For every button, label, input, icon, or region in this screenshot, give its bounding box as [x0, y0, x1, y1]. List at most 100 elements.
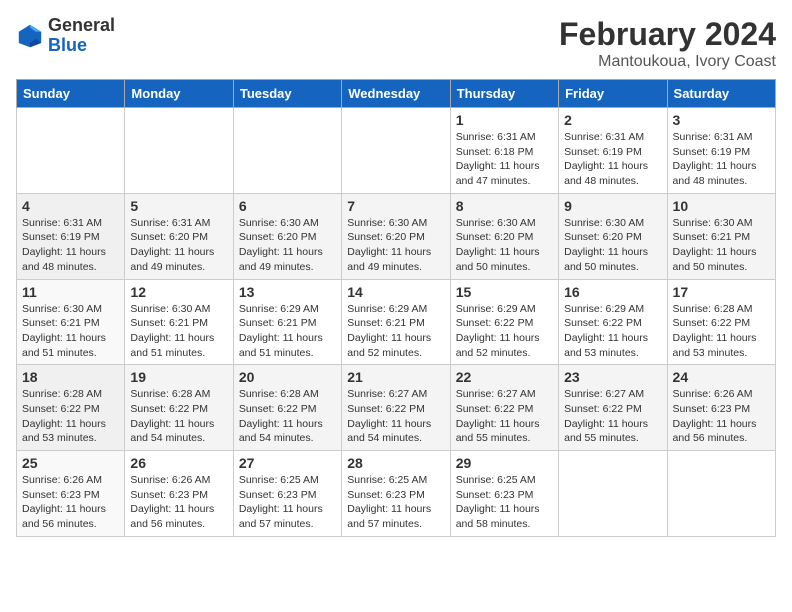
calendar-day-cell	[559, 451, 667, 537]
day-number: 16	[564, 284, 661, 300]
calendar-day-cell: 25 Sunrise: 6:26 AMSunset: 6:23 PMDayligh…	[17, 451, 125, 537]
page-container: General Blue February 2024 Mantoukoua, I…	[16, 16, 776, 537]
day-info: Sunrise: 6:30 AMSunset: 6:21 PMDaylight:…	[22, 302, 119, 361]
day-info: Sunrise: 6:30 AMSunset: 6:20 PMDaylight:…	[564, 216, 661, 275]
calendar-day-cell	[17, 108, 125, 194]
calendar-day-cell: 2 Sunrise: 6:31 AMSunset: 6:19 PMDaylight…	[559, 108, 667, 194]
day-number: 5	[130, 198, 227, 214]
day-info: Sunrise: 6:28 AMSunset: 6:22 PMDaylight:…	[130, 387, 227, 446]
logo-icon	[16, 22, 44, 50]
day-number: 24	[673, 369, 770, 385]
calendar-week-row: 25 Sunrise: 6:26 AMSunset: 6:23 PMDayligh…	[17, 451, 776, 537]
calendar-day-cell: 8 Sunrise: 6:30 AMSunset: 6:20 PMDaylight…	[450, 193, 558, 279]
calendar-day-cell: 9Sunrise: 6:30 AMSunset: 6:20 PMDaylight…	[559, 193, 667, 279]
day-of-week-header: Thursday	[450, 80, 558, 108]
day-number: 19	[130, 369, 227, 385]
day-info: Sunrise: 6:31 AMSunset: 6:19 PMDaylight:…	[564, 130, 661, 189]
day-info: Sunrise: 6:29 AMSunset: 6:21 PMDaylight:…	[347, 302, 444, 361]
calendar-day-cell: 27 Sunrise: 6:25 AMSunset: 6:23 PMDayligh…	[233, 451, 341, 537]
location-title: Mantoukoua, Ivory Coast	[559, 53, 776, 71]
day-number: 26	[130, 455, 227, 471]
day-number: 18	[22, 369, 119, 385]
day-of-week-header: Sunday	[17, 80, 125, 108]
day-number: 3	[673, 112, 770, 128]
calendar-day-cell: 29Sunrise: 6:25 AMSunset: 6:23 PMDayligh…	[450, 451, 558, 537]
calendar-day-cell	[342, 108, 450, 194]
day-of-week-header: Wednesday	[342, 80, 450, 108]
day-number: 2	[564, 112, 661, 128]
calendar-day-cell: 12 Sunrise: 6:30 AMSunset: 6:21 PMDayligh…	[125, 279, 233, 365]
calendar-week-row: 11 Sunrise: 6:30 AMSunset: 6:21 PMDayligh…	[17, 279, 776, 365]
day-number: 28	[347, 455, 444, 471]
day-of-week-header: Tuesday	[233, 80, 341, 108]
day-number: 23	[564, 369, 661, 385]
day-number: 11	[22, 284, 119, 300]
day-info: Sunrise: 6:29 AMSunset: 6:22 PMDaylight:…	[564, 302, 661, 361]
day-info: Sunrise: 6:26 AMSunset: 6:23 PMDaylight:…	[22, 473, 119, 532]
calendar-day-cell	[667, 451, 775, 537]
day-info: Sunrise: 6:25 AMSunset: 6:23 PMDaylight:…	[456, 473, 553, 532]
day-of-week-header: Saturday	[667, 80, 775, 108]
calendar-day-cell: 26 Sunrise: 6:26 AMSunset: 6:23 PMDayligh…	[125, 451, 233, 537]
calendar-week-row: 18 Sunrise: 6:28 AMSunset: 6:22 PMDayligh…	[17, 365, 776, 451]
calendar-day-cell: 15Sunrise: 6:29 AMSunset: 6:22 PMDayligh…	[450, 279, 558, 365]
day-info: Sunrise: 6:27 AMSunset: 6:22 PMDaylight:…	[456, 387, 553, 446]
calendar-week-row: 4 Sunrise: 6:31 AMSunset: 6:19 PMDaylight…	[17, 193, 776, 279]
day-info: Sunrise: 6:27 AMSunset: 6:22 PMDaylight:…	[347, 387, 444, 446]
day-info: Sunrise: 6:29 AMSunset: 6:21 PMDaylight:…	[239, 302, 336, 361]
day-number: 6	[239, 198, 336, 214]
calendar-day-cell: 1Sunrise: 6:31 AMSunset: 6:18 PMDaylight…	[450, 108, 558, 194]
day-of-week-header: Friday	[559, 80, 667, 108]
page-header: General Blue February 2024 Mantoukoua, I…	[16, 16, 776, 71]
calendar-day-cell: 28 Sunrise: 6:25 AMSunset: 6:23 PMDayligh…	[342, 451, 450, 537]
day-number: 12	[130, 284, 227, 300]
day-info: Sunrise: 6:28 AMSunset: 6:22 PMDaylight:…	[22, 387, 119, 446]
day-number: 10	[673, 198, 770, 214]
day-info: Sunrise: 6:30 AMSunset: 6:20 PMDaylight:…	[456, 216, 553, 275]
calendar-day-cell: 16 Sunrise: 6:29 AMSunset: 6:22 PMDayligh…	[559, 279, 667, 365]
month-title: February 2024	[559, 16, 776, 53]
day-number: 25	[22, 455, 119, 471]
calendar-header-row: SundayMondayTuesdayWednesdayThursdayFrid…	[17, 80, 776, 108]
day-number: 17	[673, 284, 770, 300]
day-info: Sunrise: 6:31 AMSunset: 6:18 PMDaylight:…	[456, 130, 553, 189]
day-number: 27	[239, 455, 336, 471]
calendar-day-cell: 18 Sunrise: 6:28 AMSunset: 6:22 PMDayligh…	[17, 365, 125, 451]
calendar-day-cell	[125, 108, 233, 194]
calendar-day-cell: 17 Sunrise: 6:28 AMSunset: 6:22 PMDayligh…	[667, 279, 775, 365]
day-info: Sunrise: 6:26 AMSunset: 6:23 PMDaylight:…	[130, 473, 227, 532]
day-info: Sunrise: 6:25 AMSunset: 6:23 PMDaylight:…	[239, 473, 336, 532]
day-number: 4	[22, 198, 119, 214]
day-info: Sunrise: 6:28 AMSunset: 6:22 PMDaylight:…	[239, 387, 336, 446]
calendar-day-cell: 19 Sunrise: 6:28 AMSunset: 6:22 PMDayligh…	[125, 365, 233, 451]
calendar-day-cell: 13 Sunrise: 6:29 AMSunset: 6:21 PMDayligh…	[233, 279, 341, 365]
calendar-day-cell: 22Sunrise: 6:27 AMSunset: 6:22 PMDayligh…	[450, 365, 558, 451]
calendar-day-cell: 11 Sunrise: 6:30 AMSunset: 6:21 PMDayligh…	[17, 279, 125, 365]
calendar-day-cell: 7Sunrise: 6:30 AMSunset: 6:20 PMDaylight…	[342, 193, 450, 279]
logo-blue: Blue	[48, 35, 87, 55]
calendar-day-cell: 10 Sunrise: 6:30 AMSunset: 6:21 PMDayligh…	[667, 193, 775, 279]
day-number: 14	[347, 284, 444, 300]
day-info: Sunrise: 6:27 AMSunset: 6:22 PMDaylight:…	[564, 387, 661, 446]
calendar-day-cell: 24 Sunrise: 6:26 AMSunset: 6:23 PMDayligh…	[667, 365, 775, 451]
calendar-day-cell: 6Sunrise: 6:30 AMSunset: 6:20 PMDaylight…	[233, 193, 341, 279]
day-info: Sunrise: 6:30 AMSunset: 6:21 PMDaylight:…	[130, 302, 227, 361]
day-info: Sunrise: 6:26 AMSunset: 6:23 PMDaylight:…	[673, 387, 770, 446]
logo-text: General Blue	[48, 16, 115, 56]
calendar-day-cell: 20Sunrise: 6:28 AMSunset: 6:22 PMDayligh…	[233, 365, 341, 451]
day-info: Sunrise: 6:31 AMSunset: 6:19 PMDaylight:…	[673, 130, 770, 189]
calendar-day-cell: 3 Sunrise: 6:31 AMSunset: 6:19 PMDaylight…	[667, 108, 775, 194]
day-number: 13	[239, 284, 336, 300]
calendar-table: SundayMondayTuesdayWednesdayThursdayFrid…	[16, 79, 776, 537]
day-info: Sunrise: 6:25 AMSunset: 6:23 PMDaylight:…	[347, 473, 444, 532]
logo-general: General	[48, 15, 115, 35]
calendar-day-cell: 5 Sunrise: 6:31 AMSunset: 6:20 PMDaylight…	[125, 193, 233, 279]
day-info: Sunrise: 6:28 AMSunset: 6:22 PMDaylight:…	[673, 302, 770, 361]
day-info: Sunrise: 6:31 AMSunset: 6:20 PMDaylight:…	[130, 216, 227, 275]
calendar-day-cell: 21Sunrise: 6:27 AMSunset: 6:22 PMDayligh…	[342, 365, 450, 451]
day-info: Sunrise: 6:31 AMSunset: 6:19 PMDaylight:…	[22, 216, 119, 275]
day-info: Sunrise: 6:30 AMSunset: 6:21 PMDaylight:…	[673, 216, 770, 275]
day-number: 8	[456, 198, 553, 214]
day-of-week-header: Monday	[125, 80, 233, 108]
day-info: Sunrise: 6:29 AMSunset: 6:22 PMDaylight:…	[456, 302, 553, 361]
